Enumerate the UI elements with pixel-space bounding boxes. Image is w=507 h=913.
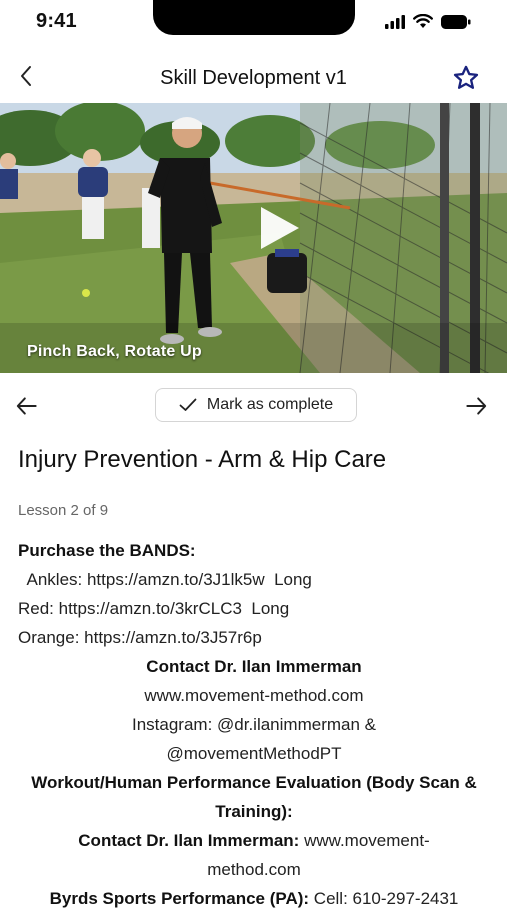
instagram-line-2[interactable]: @movementMethodPT — [18, 739, 490, 768]
mark-complete-button[interactable]: Mark as complete — [155, 388, 357, 422]
wifi-icon — [413, 14, 433, 28]
byrds-line: Byrds Sports Performance (PA): Cell: 610… — [49, 889, 459, 908]
favorite-button[interactable] — [451, 63, 481, 93]
lesson-description: Purchase the BANDS: Ankles: https://amzn… — [18, 536, 490, 913]
video-caption: Pinch Back, Rotate Up — [27, 343, 202, 360]
contact-heading: Contact Dr. Ilan Immerman — [146, 657, 362, 676]
contact2-line: Contact Dr. Ilan Immerman: www.movement-… — [78, 831, 430, 879]
red-link[interactable]: Red: https://amzn.to/3krCLC3 Long — [18, 594, 490, 623]
device-notch — [153, 0, 355, 35]
status-bar: 9:41 — [0, 0, 507, 48]
lesson-title: Injury Prevention - Arm & Hip Care — [18, 446, 387, 473]
navigation-bar: Skill Development v1 — [0, 56, 507, 102]
purchase-heading: Purchase the BANDS: — [18, 541, 196, 560]
signal-icon — [385, 14, 405, 29]
play-icon[interactable] — [255, 203, 305, 253]
battery-icon — [441, 14, 471, 29]
video-player[interactable]: Pinch Back, Rotate Up — [0, 103, 507, 373]
arrow-left-icon[interactable] — [14, 393, 40, 419]
arrow-right-icon[interactable] — [463, 393, 489, 419]
ankles-link[interactable]: Ankles: https://amzn.to/3J1lk5w Long — [18, 565, 490, 594]
workout-heading: Workout/Human Performance Evaluation (Bo… — [31, 773, 477, 821]
mark-complete-label: Mark as complete — [206, 396, 334, 413]
status-icons — [385, 14, 471, 29]
lesson-controls: Mark as complete — [0, 387, 507, 425]
orange-link[interactable]: Orange: https://amzn.to/3J57r6p — [18, 623, 490, 652]
lesson-count: Lesson 2 of 9 — [18, 502, 109, 519]
byrds-phone[interactable]: Cell: 610-297-2431 — [309, 889, 459, 908]
star-outline-icon — [453, 65, 479, 89]
video-thumbnail — [0, 103, 507, 373]
checkmark-icon — [179, 398, 197, 411]
status-time: 9:41 — [36, 10, 77, 32]
instagram-line-1: Instagram: @dr.ilanimmerman & — [131, 715, 376, 734]
page-title: Skill Development v1 — [160, 67, 347, 89]
website-link[interactable]: www.movement-method.com — [18, 681, 490, 710]
